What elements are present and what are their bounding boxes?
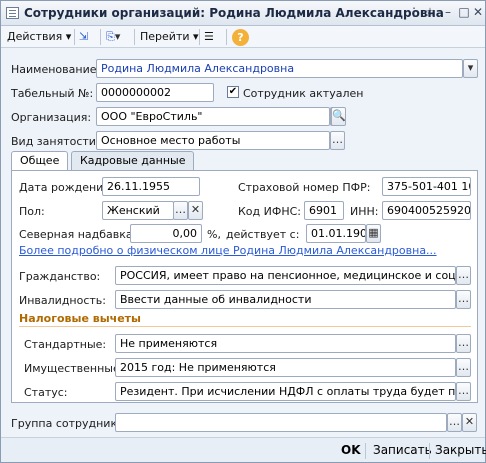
save-button[interactable]: Записать: [373, 443, 432, 457]
sex-label: Пол:: [19, 205, 45, 218]
citizenship-select-button[interactable]: …: [456, 266, 471, 285]
favorites-star-icon[interactable]: ☆: [421, 4, 439, 22]
citizenship-field[interactable]: РОССИЯ, имеет право на пенсионное, медиц…: [115, 266, 456, 285]
tax-deductions-heading: Налоговые вычеты: [19, 312, 141, 325]
citizenship-label: Гражданство:: [19, 270, 101, 283]
actions-label: Действия: [7, 30, 63, 43]
valid-label: действует с:: [226, 228, 300, 241]
employment-field[interactable]: Основное место работы: [96, 131, 330, 150]
property-label: Имущественные:: [24, 362, 124, 375]
goto-label: Перейти: [140, 30, 190, 43]
name-dropdown-button[interactable]: ▾: [463, 59, 478, 78]
group-clear-icon[interactable]: ✕: [462, 413, 477, 432]
post-record-icon[interactable]: ⇲: [79, 28, 88, 46]
window-title: Сотрудники организаций: Родина Людмила А…: [24, 6, 444, 20]
standard-label: Стандартные:: [24, 338, 107, 351]
org-search-icon[interactable]: 🔍: [331, 107, 346, 126]
help-icon[interactable]: ?: [232, 29, 249, 46]
standard-field[interactable]: Не применяются: [115, 334, 456, 353]
employment-select-button[interactable]: …: [330, 131, 345, 150]
org-field[interactable]: ООО "ЕвроСтиль": [96, 107, 330, 126]
north-label: Северная надбавка:: [19, 228, 137, 241]
pfr-field[interactable]: 375-501-401 10: [382, 177, 471, 196]
disability-label: Инвалидность:: [19, 294, 106, 307]
active-label: Сотрудник актуален: [243, 87, 364, 100]
name-label: Наименование:: [11, 63, 101, 76]
pfr-label: Страховой номер ПФР:: [238, 181, 371, 194]
based-on-icon[interactable]: ⎘ ▾: [106, 28, 120, 46]
window-icon: [6, 7, 19, 19]
separator: [365, 443, 366, 459]
inn-field[interactable]: 690400525920: [382, 201, 471, 220]
separator: [226, 29, 227, 45]
disability-field[interactable]: Ввести данные об инвалидности: [115, 290, 456, 309]
status-field[interactable]: Резидент. При исчислении НДФЛ с оплаты т…: [115, 382, 456, 401]
actions-menu[interactable]: Действия ▾: [7, 28, 71, 46]
property-select-button[interactable]: …: [456, 358, 471, 377]
ok-button[interactable]: OK: [341, 443, 361, 457]
active-checkbox[interactable]: ✔: [227, 86, 239, 98]
group-select-button[interactable]: …: [447, 413, 462, 432]
group-field[interactable]: [115, 413, 447, 432]
tab-general[interactable]: Общее: [11, 151, 69, 171]
inn-label: ИНН:: [350, 205, 379, 218]
employee-window: Сотрудники организаций: Родина Людмила А…: [0, 0, 486, 463]
separator: [100, 29, 101, 45]
org-label: Организация:: [11, 111, 92, 124]
goto-menu[interactable]: Перейти ▾: [140, 28, 199, 46]
close-button[interactable]: Закрыть: [435, 443, 486, 457]
chevron-down-icon: ▾: [65, 30, 72, 43]
person-details-link[interactable]: Более подробно о физическом лице Родина …: [19, 244, 437, 257]
sex-clear-icon[interactable]: ✕: [188, 201, 203, 220]
close-window-button[interactable]: ✕: [469, 4, 486, 22]
separator: [134, 29, 135, 45]
ifns-label: Код ИФНС:: [238, 205, 301, 218]
standard-select-button[interactable]: …: [456, 334, 471, 353]
percent-label: %,: [207, 228, 221, 241]
valid-field[interactable]: 01.01.1900: [306, 224, 366, 243]
disability-select-button[interactable]: …: [456, 290, 471, 309]
separator: [199, 29, 200, 45]
ifns-field[interactable]: 6901: [304, 201, 344, 220]
title-bar: Сотрудники организаций: Родина Людмила А…: [1, 1, 485, 26]
tabnum-label: Табельный №:: [11, 87, 94, 100]
name-field[interactable]: Родина Людмила Александровна: [96, 59, 463, 78]
employment-label: Вид занятости:: [11, 135, 100, 148]
bottom-bar: OK Записать Закрыть: [1, 437, 486, 462]
chevron-down-icon: ▾: [193, 30, 199, 43]
status-label: Статус:: [24, 386, 68, 399]
status-select-button[interactable]: …: [456, 382, 471, 401]
tab-hr-data[interactable]: Кадровые данные: [71, 151, 195, 170]
section-divider: [19, 326, 471, 327]
separator: [429, 443, 430, 459]
tabnum-field[interactable]: 0000000002: [96, 83, 214, 102]
birth-field[interactable]: 26.11.1955: [102, 177, 200, 196]
calendar-icon[interactable]: ▦: [366, 224, 381, 243]
sex-field[interactable]: Женский: [102, 201, 174, 220]
north-field[interactable]: 0,00: [130, 224, 202, 243]
property-field[interactable]: 2015 год: Не применяются: [115, 358, 456, 377]
separator: [74, 29, 75, 45]
list-icon[interactable]: ☰: [204, 28, 214, 46]
toolbar: Действия ▾ ⇲ ⎘ ▾ Перейти ▾ ☰ ?: [1, 26, 485, 48]
group-label: Группа сотрудника:: [11, 417, 128, 430]
sex-select-button[interactable]: …: [173, 201, 188, 220]
birth-label: Дата рождения:: [19, 181, 114, 194]
